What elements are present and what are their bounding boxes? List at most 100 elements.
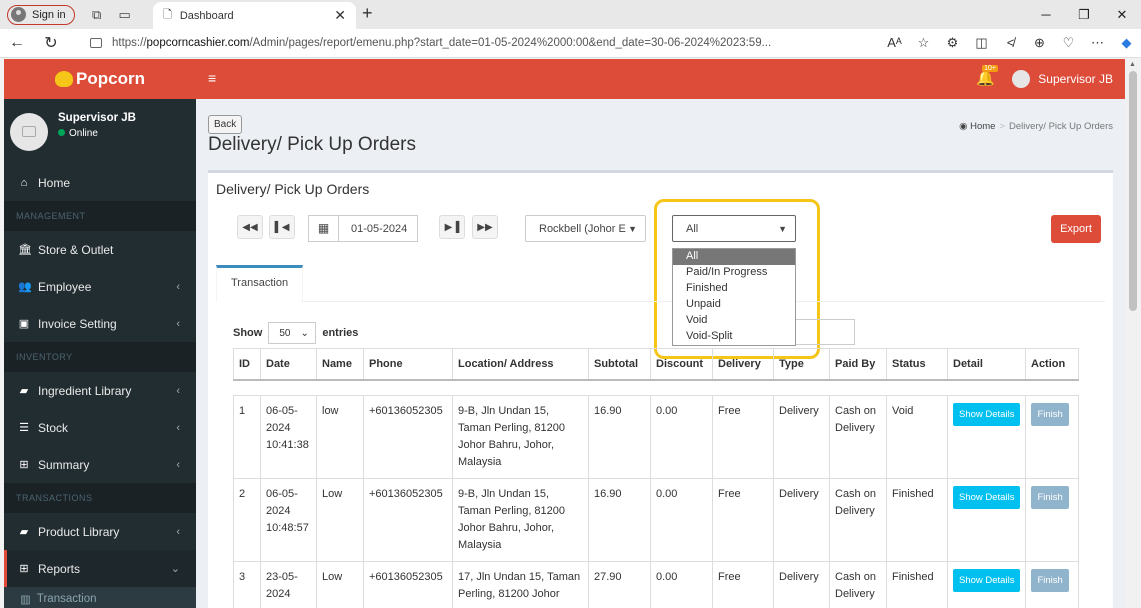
back-button[interactable]: Back: [208, 115, 243, 134]
orders-box: Delivery/ Pick Up Orders ◀◀ ▌◀ ▦ 01-05-2…: [208, 170, 1113, 608]
app-logo[interactable]: Popcorn: [4, 59, 196, 99]
column-header[interactable]: Name: [316, 348, 364, 381]
orders-table: 1 06-05-2024 10:41:38 low +60136052305 9…: [233, 395, 1080, 608]
column-header[interactable]: Detail: [947, 348, 1026, 381]
show-details-button[interactable]: Show Details: [953, 569, 1021, 592]
column-header[interactable]: ID: [233, 348, 261, 381]
outlet-select[interactable]: Rockbell (Johor E ▼: [525, 215, 646, 242]
sidebar-item-employee[interactable]: 👥 Employee ‹: [4, 268, 196, 305]
chevron-left-icon: ‹: [176, 384, 180, 397]
lock-icon: [90, 38, 102, 48]
home-icon: ⌂: [20, 176, 28, 189]
fast-forward-icon: ▶▶: [477, 221, 493, 233]
step-backward-icon: ▌◀: [274, 221, 290, 233]
sidebar-item-ingredient-library[interactable]: ▰ Ingredient Library ‹: [4, 372, 196, 409]
tab-actions-icon[interactable]: ▭: [111, 4, 139, 26]
breadcrumb-home[interactable]: Home: [970, 121, 995, 132]
chevron-left-icon: ‹: [176, 421, 180, 434]
sidebar-item-reports[interactable]: ⊞ Reports ⌄: [4, 550, 196, 587]
status-select[interactable]: All ▼: [672, 215, 796, 242]
cell-discount: 0.00: [650, 395, 713, 479]
sidebar-item-home[interactable]: ⌂ Home: [4, 164, 196, 201]
close-tab-icon[interactable]: ✕: [334, 7, 346, 24]
new-tab-icon[interactable]: +: [362, 3, 373, 24]
status-option-all[interactable]: All: [673, 249, 795, 265]
restore-icon[interactable]: ❐: [1065, 0, 1103, 29]
sidebar-item-store-outlet[interactable]: 🏛 Store & Outlet: [4, 231, 196, 268]
fast-forward-button[interactable]: ▶▶: [472, 215, 498, 239]
back-arrow-icon[interactable]: ←: [0, 34, 34, 52]
favorites-icon[interactable]: ≮: [996, 35, 1025, 51]
column-header[interactable]: Discount: [650, 348, 713, 381]
sidebar-item-product-library[interactable]: ▰ Product Library ‹: [4, 513, 196, 550]
workspaces-icon[interactable]: ⧉: [83, 4, 111, 26]
sign-in-button[interactable]: Sign in: [7, 4, 75, 25]
scrollbar-thumb[interactable]: [1129, 71, 1137, 311]
cell-discount: 0.00: [650, 561, 713, 608]
page-length-control: Show 50 ⌄ entries: [233, 322, 358, 344]
fast-backward-button[interactable]: ◀◀: [237, 215, 263, 239]
column-header[interactable]: Type: [773, 348, 830, 381]
status-option-void[interactable]: Void: [673, 313, 795, 329]
step-forward-button[interactable]: ▶▐: [439, 215, 465, 239]
entries-select[interactable]: 50 ⌄: [268, 322, 317, 344]
status-option-finished[interactable]: Finished: [673, 281, 795, 297]
user-avatar: [1012, 70, 1031, 88]
finish-button[interactable]: Finish: [1031, 486, 1069, 509]
browser-tab-dashboard[interactable]: 🗋 Dashboard ✕: [153, 2, 356, 29]
cell-type: Delivery: [773, 561, 830, 608]
page-scrollbar[interactable]: ▲: [1125, 59, 1141, 608]
finish-button[interactable]: Finish: [1031, 569, 1069, 592]
column-header[interactable]: Subtotal: [588, 348, 651, 381]
favorite-star-icon[interactable]: ☆: [909, 35, 938, 51]
minimize-icon[interactable]: ─: [1027, 0, 1065, 29]
sidebar-subitem-transaction[interactable]: ▥ Transaction: [4, 587, 196, 608]
browser-essentials-icon[interactable]: ♡: [1054, 35, 1083, 51]
scroll-up-icon[interactable]: ▲: [1129, 61, 1136, 68]
copilot-icon[interactable]: ◆: [1112, 35, 1141, 51]
hamburger-menu-icon[interactable]: ≡: [208, 70, 216, 86]
date-picker[interactable]: ▦ 01-05-2024: [308, 215, 418, 242]
popcorn-logo-icon: [55, 71, 74, 87]
column-header[interactable]: Action: [1025, 348, 1079, 381]
cell-id: 3: [233, 561, 261, 608]
step-forward-icon: ▶▐: [444, 221, 460, 233]
column-header[interactable]: Date: [260, 348, 317, 381]
url-field[interactable]: https://popcorncashier.com/Admin/pages/r…: [90, 32, 790, 55]
collections-icon[interactable]: ⊕: [1025, 35, 1054, 51]
split-screen-icon[interactable]: ◫: [967, 35, 996, 51]
cell-address: 17, Jln Undan 15, Taman Perling, 81200 J…: [452, 561, 589, 608]
sidebar-header-inventory: INVENTORY: [4, 342, 196, 372]
finish-button[interactable]: Finish: [1031, 403, 1069, 426]
read-aloud-icon[interactable]: Aᴬ: [880, 35, 909, 51]
user-menu[interactable]: Supervisor JB: [1012, 70, 1113, 88]
extensions-icon[interactable]: ⚙: [938, 35, 967, 51]
status-option-unpaid[interactable]: Unpaid: [673, 297, 795, 313]
close-window-icon[interactable]: ✕: [1103, 0, 1141, 29]
tab-transaction[interactable]: Transaction: [216, 265, 304, 302]
table-header-row: ID Date Name Phone Location/ Address Sub…: [233, 348, 1079, 381]
column-header[interactable]: Paid By: [829, 348, 887, 381]
show-details-button[interactable]: Show Details: [953, 486, 1021, 509]
refresh-icon[interactable]: ↻: [34, 33, 68, 53]
column-header[interactable]: Location/ Address: [452, 348, 589, 381]
cell-delivery: Free: [712, 478, 774, 562]
status-option-void-split[interactable]: Void-Split: [673, 329, 795, 345]
column-header[interactable]: Delivery: [712, 348, 774, 381]
sidebar-item-summary[interactable]: ⊞ Summary ‹: [4, 446, 196, 483]
show-details-button[interactable]: Show Details: [953, 403, 1021, 426]
tab-title: Dashboard: [179, 9, 234, 22]
cell-id: 1: [233, 395, 261, 479]
bar-chart-icon: ▥: [20, 594, 31, 606]
url-domain: popcorncashier.com: [146, 37, 250, 49]
cell-subtotal: 27.90: [588, 561, 651, 608]
export-button[interactable]: Export: [1051, 215, 1101, 243]
column-header[interactable]: Phone: [363, 348, 453, 381]
more-icon[interactable]: ⋯: [1083, 35, 1112, 51]
column-header[interactable]: Status: [886, 348, 948, 381]
step-backward-button[interactable]: ▌◀: [269, 215, 295, 239]
sidebar-item-invoice-setting[interactable]: ▣ Invoice Setting ‹: [4, 305, 196, 342]
status-option-paid-in-progress[interactable]: Paid/In Progress: [673, 265, 795, 281]
sidebar-item-stock[interactable]: ☰ Stock ‹: [4, 409, 196, 446]
search-input[interactable]: [788, 319, 855, 345]
